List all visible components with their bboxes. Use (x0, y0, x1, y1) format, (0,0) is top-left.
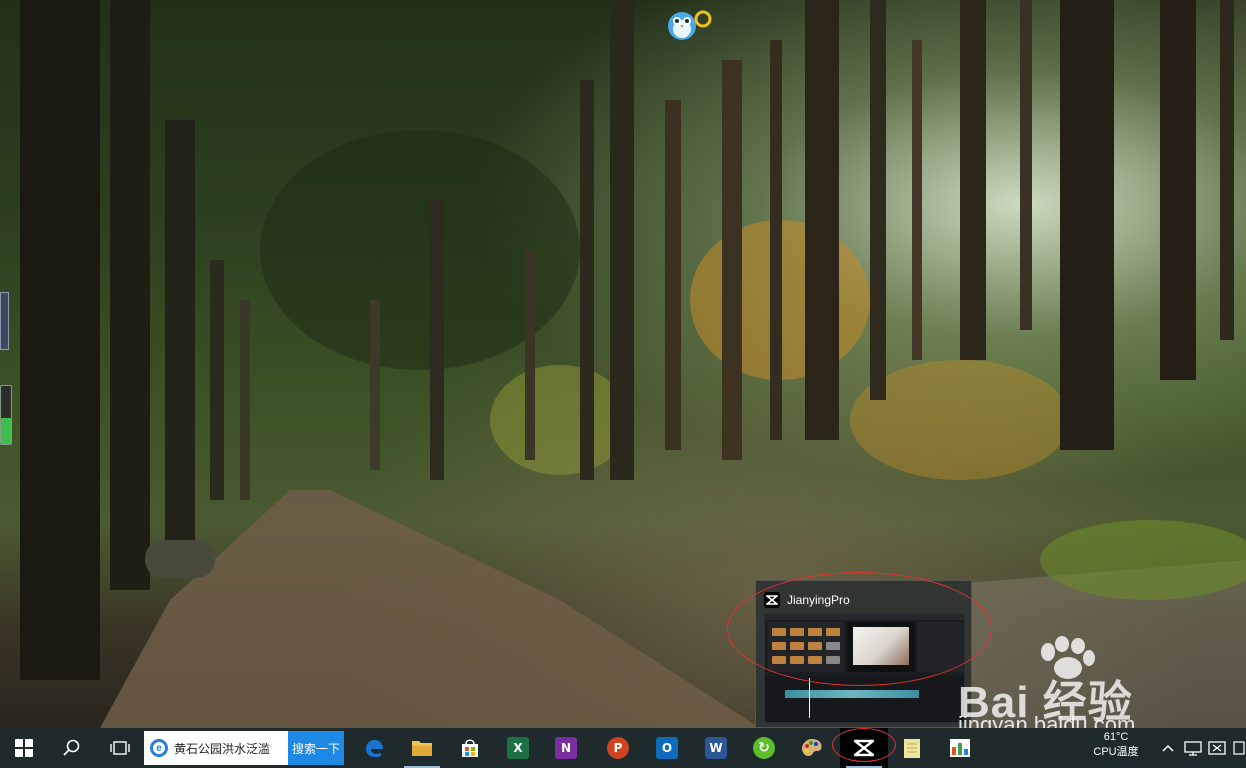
show-desktop-button[interactable] (1232, 728, 1246, 768)
chart-monitor-icon (950, 739, 970, 757)
taskbar-thumbnail-preview[interactable]: JianyingPro (755, 580, 972, 728)
side-level-meter (0, 385, 12, 445)
search-icon (63, 739, 80, 756)
thumb-playhead (809, 678, 810, 718)
network-icon (1184, 741, 1202, 756)
preview-window-thumbnail[interactable] (764, 613, 965, 723)
taskbar-app-edge[interactable] (350, 728, 398, 768)
chevron-up-icon (1162, 744, 1174, 752)
search-box-text: 黄石公园洪水泛滥 (174, 741, 271, 756)
side-level-fill (1, 417, 11, 444)
excel-icon: X (507, 737, 529, 759)
capcut-icon (764, 592, 780, 608)
preview-app-title: JianyingPro (787, 593, 850, 607)
taskbar-search-box[interactable]: e 黄石公园洪水泛滥 (144, 731, 288, 765)
powerpoint-icon: P (607, 737, 629, 759)
network-button[interactable] (1182, 728, 1204, 768)
thumb-timeline-clip (785, 690, 919, 698)
preview-header: JianyingPro (764, 591, 850, 609)
ie-icon: e (150, 739, 168, 757)
taskbar-app-store[interactable] (446, 728, 494, 768)
thumb-properties-panel (918, 622, 963, 672)
side-meter (0, 292, 9, 350)
task-view-button[interactable] (96, 728, 144, 768)
penguin-pet-icon[interactable] (666, 6, 712, 42)
store-icon (462, 739, 478, 757)
thumb-timeline (765, 676, 964, 722)
notification-icon (1208, 741, 1226, 755)
taskbar-app-powerpoint[interactable]: P (594, 728, 642, 768)
taskbar-app-jianying[interactable] (840, 728, 888, 768)
notepad-icon (904, 739, 920, 758)
desktop-icon (1233, 741, 1245, 755)
green-refresh-icon: ↻ (753, 737, 775, 759)
task-view-icon (110, 741, 130, 755)
cpu-temp-label: CPU温度 (1093, 746, 1139, 758)
onenote-icon: N (555, 737, 577, 759)
desktop-wallpaper (0, 0, 1246, 728)
cpu-temperature-widget[interactable]: 61°C CPU温度 (1088, 730, 1144, 766)
start-button[interactable] (0, 728, 48, 768)
outlook-icon: O (656, 737, 678, 759)
thumb-titlebar (765, 614, 964, 620)
word-icon: W (705, 737, 727, 759)
forest-scene (20, 0, 1246, 728)
capcut-icon (853, 739, 875, 757)
tray-overflow-button[interactable] (1158, 728, 1178, 768)
edge-icon (366, 739, 383, 758)
search-go-button[interactable]: 搜索一下 (288, 731, 344, 765)
taskbar-app-word[interactable]: W (692, 728, 740, 768)
thumb-media-panel (768, 622, 844, 672)
paint-palette-icon (802, 739, 822, 757)
windows-start-icon (15, 739, 33, 757)
search-button[interactable] (48, 728, 96, 768)
taskbar-app-paint[interactable] (788, 728, 836, 768)
folder-icon (412, 741, 432, 756)
taskbar-app-refresh[interactable]: ↻ (740, 728, 788, 768)
taskbar-app-monitor[interactable] (936, 728, 984, 768)
taskbar-app-notepad[interactable] (888, 728, 936, 768)
thumb-video-frame (853, 627, 909, 665)
taskbar-app-outlook[interactable]: O (643, 728, 691, 768)
taskbar-app-onenote[interactable]: N (542, 728, 590, 768)
taskbar-app-excel[interactable]: X (494, 728, 542, 768)
cpu-temp-value: 61°C (1103, 731, 1129, 743)
notification-button[interactable] (1206, 728, 1228, 768)
taskbar-app-explorer[interactable] (398, 728, 446, 768)
